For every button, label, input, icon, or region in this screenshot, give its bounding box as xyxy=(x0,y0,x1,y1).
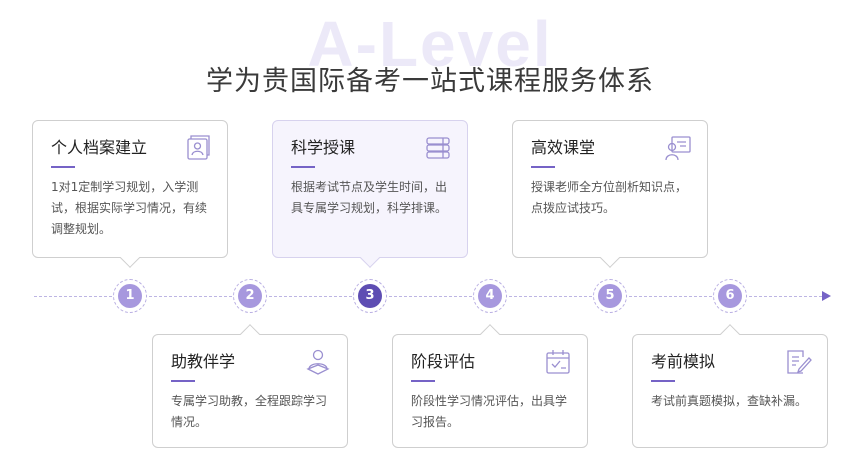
card-assessment: 阶段评估 阶段性学习情况评估，出具学习报告。 xyxy=(392,324,588,448)
timeline-line xyxy=(34,296,822,297)
step-marker-5: 5 xyxy=(593,279,627,313)
step-marker-1: 1 xyxy=(113,279,147,313)
step-number: 1 xyxy=(118,284,142,308)
teacher-board-icon xyxy=(665,136,691,161)
profile-folder-icon xyxy=(187,135,210,160)
step-number: 2 xyxy=(238,284,262,308)
step-marker-4: 4 xyxy=(473,279,507,313)
card-description: 授课老师全方位剖析知识点，点拨应试技巧。 xyxy=(531,180,688,215)
card-pointer xyxy=(240,324,260,344)
card-pointer xyxy=(720,324,740,344)
calendar-check-icon xyxy=(546,350,570,374)
card-teaching: 科学授课 根据考试节点及学生时间，出具专属学习规划，科学排课。 xyxy=(272,120,468,268)
card-mock-exam: 考前模拟 考试前真题模拟，查缺补漏。 xyxy=(632,324,828,448)
tutor-user-icon xyxy=(306,349,330,375)
title-underline xyxy=(291,166,315,168)
card-pointer xyxy=(360,248,380,268)
title-underline xyxy=(51,166,75,168)
card-tutor: 助教伴学 专属学习助教，全程跟踪学习情况。 xyxy=(152,324,348,448)
card-description: 阶段性学习情况评估，出具学习报告。 xyxy=(411,394,568,429)
step-number: 6 xyxy=(718,284,742,308)
card-description: 根据考试节点及学生时间，出具专属学习规划，科学排课。 xyxy=(291,180,448,215)
page-title: 学为贵国际备考一站式课程服务体系 xyxy=(206,66,654,97)
step-number: 4 xyxy=(478,284,502,308)
card-description: 专属学习助教，全程跟踪学习情况。 xyxy=(171,394,328,429)
title-underline xyxy=(411,380,435,382)
exam-edit-icon xyxy=(787,350,812,374)
card-pointer xyxy=(600,248,620,268)
title-underline xyxy=(531,166,555,168)
card-profile: 个人档案建立 1对1定制学习规划，入学测试，根据实际学习情况，有续调整规划。 xyxy=(32,120,228,268)
card-pointer xyxy=(120,248,140,268)
step-marker-2: 2 xyxy=(233,279,267,313)
card-pointer xyxy=(480,324,500,344)
step-marker-3: 3 xyxy=(353,279,387,313)
books-stack-icon xyxy=(426,137,450,159)
title-underline xyxy=(651,380,675,382)
timeline-arrow-icon xyxy=(822,291,831,301)
card-description: 1对1定制学习规划，入学测试，根据实际学习情况，有续调整规划。 xyxy=(51,180,208,236)
title-underline xyxy=(171,380,195,382)
step-number: 5 xyxy=(598,284,622,308)
step-marker-6: 6 xyxy=(713,279,747,313)
card-classroom: 高效课堂 授课老师全方位剖析知识点，点拨应试技巧。 xyxy=(512,120,708,268)
card-description: 考试前真题模拟，查缺补漏。 xyxy=(651,394,808,408)
step-number: 3 xyxy=(358,284,382,308)
